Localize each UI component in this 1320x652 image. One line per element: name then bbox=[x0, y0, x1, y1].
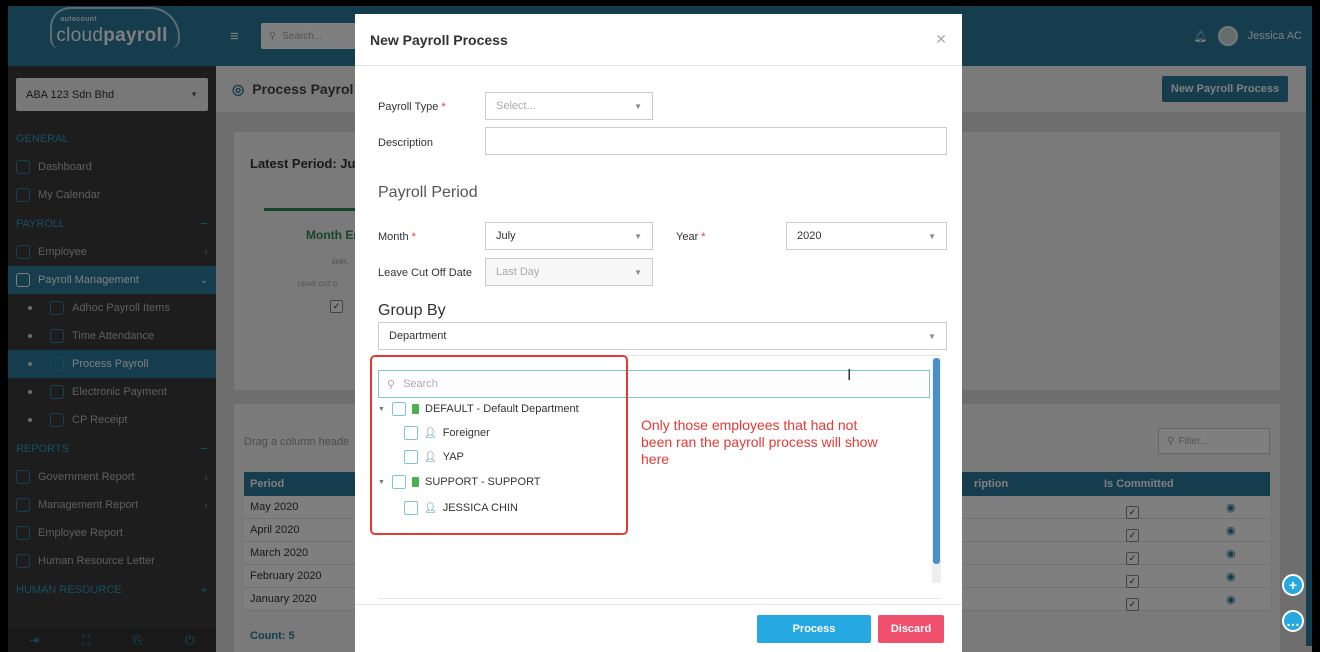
chevron-down-icon: ▼ bbox=[634, 231, 642, 241]
chat-icon[interactable]: … bbox=[1282, 610, 1304, 632]
chevron-down-icon: ▼ bbox=[928, 331, 936, 341]
annotation-highlight-box bbox=[370, 355, 628, 535]
dialog-title: New Payroll Process bbox=[370, 31, 508, 48]
tree-scrollbar[interactable] bbox=[932, 358, 941, 583]
month-select[interactable]: July ▼ bbox=[485, 222, 653, 250]
add-icon[interactable]: + bbox=[1282, 574, 1304, 596]
new-payroll-process-dialog: New Payroll Process ✕ Payroll Type * Sel… bbox=[355, 14, 962, 652]
chevron-down-icon: ▼ bbox=[928, 231, 936, 241]
annotation-text: Only those employees that had not been r… bbox=[641, 417, 878, 467]
process-button[interactable]: Process bbox=[757, 615, 871, 643]
description-input[interactable] bbox=[485, 127, 947, 155]
chevron-down-icon: ▼ bbox=[634, 101, 642, 111]
leave-cut-off-select[interactable]: Last Day ▼ bbox=[485, 258, 653, 286]
year-select[interactable]: 2020 ▼ bbox=[786, 222, 947, 250]
payroll-type-select[interactable]: Select... ▼ bbox=[485, 92, 653, 120]
group-by-heading: Group By bbox=[378, 302, 446, 319]
group-by-select[interactable]: Department ▼ bbox=[378, 322, 947, 350]
discard-button[interactable]: Discard bbox=[878, 615, 944, 643]
app-window: autocount cloudpayroll ABA 123 Sdn Bhd ▼… bbox=[8, 6, 1312, 652]
close-icon[interactable]: ✕ bbox=[935, 31, 947, 48]
chevron-down-icon: ▼ bbox=[634, 267, 642, 277]
text-cursor-icon: I bbox=[847, 367, 852, 384]
payroll-period-heading: Payroll Period bbox=[378, 184, 478, 201]
dialog-footer: Process Discard bbox=[355, 604, 962, 652]
